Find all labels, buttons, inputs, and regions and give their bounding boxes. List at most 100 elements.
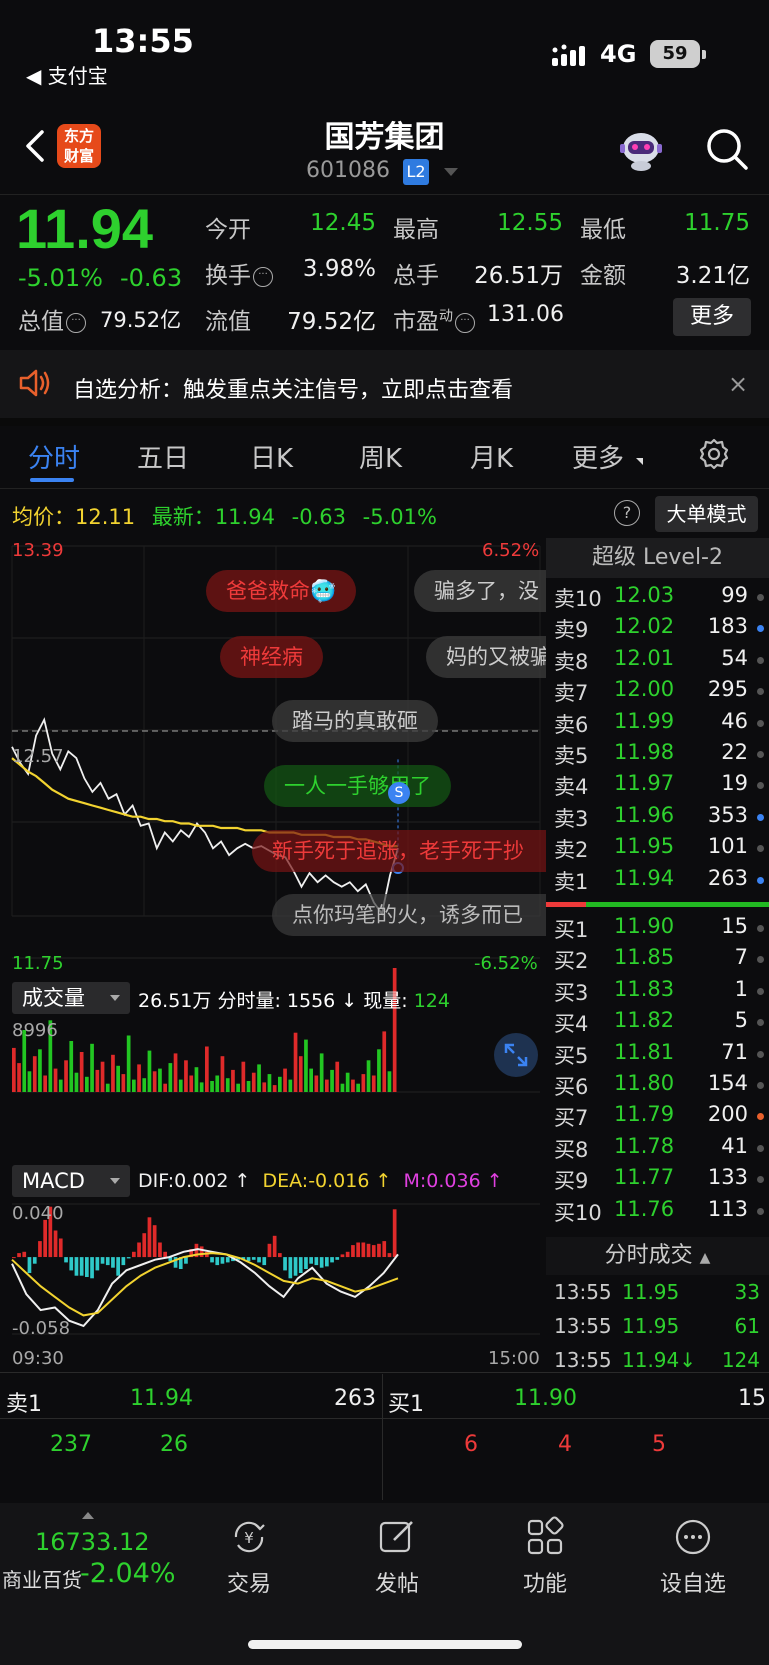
volume-indicator-select[interactable]: 成交量 — [12, 982, 130, 1014]
tab-more[interactable]: 更多 — [572, 438, 624, 475]
x-tick-open: 09:30 — [12, 1348, 64, 1369]
level-label: 卖5 — [554, 744, 589, 768]
search-icon[interactable] — [704, 126, 750, 172]
help-icon[interactable]: ? — [614, 500, 640, 526]
level-volume: 41 — [721, 1133, 748, 1158]
macd-bar — [111, 1257, 115, 1268]
last-percent: -5.01% — [362, 505, 437, 529]
speaker-icon — [19, 369, 50, 397]
macd-bar — [293, 1257, 298, 1276]
bid-level-row[interactable]: 买7 11.79 200 — [554, 1102, 764, 1133]
chevron-up-icon[interactable] — [82, 1512, 94, 1519]
bid-level-row[interactable]: 买8 11.78 41 — [554, 1134, 764, 1165]
amount-value: 3.21亿 — [675, 263, 750, 289]
ask-level-row[interactable]: 卖4 11.97 19 — [554, 771, 764, 802]
volume-bar — [121, 1074, 126, 1092]
bid-level-row[interactable]: 买4 11.82 5 — [554, 1008, 764, 1039]
level-price: 12.02 — [614, 614, 675, 639]
level-dot — [757, 719, 764, 727]
bullet-comment[interactable]: 踏马的真敢砸 — [272, 700, 438, 742]
chevron-down-icon — [110, 1178, 120, 1184]
ask-level-row[interactable]: 卖10 12.03 99 — [554, 583, 764, 614]
level-volume: 154 — [707, 1071, 748, 1095]
macd-bar — [288, 1257, 293, 1279]
nav-functions[interactable]: 功能 — [495, 1516, 595, 1598]
tab-intraday[interactable]: 分时 — [28, 438, 80, 475]
level-dot — [757, 876, 764, 884]
sector-index-percent[interactable]: -2.04% — [80, 1558, 176, 1589]
sector-index-name[interactable]: 商业百货 — [2, 1564, 82, 1593]
bid-level-row[interactable]: 买6 11.80 154 — [554, 1071, 764, 1102]
bullet-comment[interactable]: 一人一手够用了 — [264, 765, 451, 807]
volume-bar — [126, 1035, 131, 1092]
back-to-app-link[interactable]: ◀ 支付宝 — [26, 60, 108, 89]
level2-badge: L2 — [403, 159, 429, 185]
nav-trade[interactable]: ¥ 交易 — [199, 1516, 299, 1598]
sector-index-value[interactable]: 16733.12 — [35, 1528, 150, 1556]
bid-level-row[interactable]: 买2 11.85 7 — [554, 945, 764, 976]
macd-bar — [330, 1257, 334, 1263]
close-icon[interactable]: × — [728, 370, 748, 398]
ask-level-row[interactable]: 卖5 11.98 22 — [554, 740, 764, 771]
macd-title: MACD — [22, 1169, 85, 1193]
trades-title[interactable]: 分时成交 ▲ — [546, 1237, 769, 1275]
bid-level-row[interactable]: 买10 11.76 113 — [554, 1197, 764, 1228]
change-amount: -0.63 — [120, 264, 183, 292]
macd-chart — [11, 1203, 540, 1335]
macd-bar — [215, 1257, 220, 1266]
avg-price-row: 均价：12.11 最新：11.94 -0.63 -5.01% — [12, 501, 437, 531]
tab-5day[interactable]: 五日 — [137, 438, 189, 475]
big-order-mode-button[interactable]: 大单模式 — [655, 496, 758, 532]
settings-gear-icon[interactable] — [697, 437, 731, 471]
volume-bar — [340, 1083, 345, 1092]
bullet-comment[interactable]: 神经病 — [220, 636, 323, 678]
info-icon[interactable]: ··· — [455, 313, 475, 333]
nav-post[interactable]: 发帖 — [347, 1516, 447, 1598]
macd-indicator-select[interactable]: MACD — [12, 1165, 130, 1197]
more-button[interactable]: 更多 — [673, 298, 751, 336]
sell-ratio-bar — [586, 902, 769, 907]
tab-monthly-k[interactable]: 月K — [470, 438, 513, 475]
bullet-comment[interactable]: 点你玛笔的火，诱多而已 — [272, 894, 546, 936]
info-icon[interactable]: ··· — [253, 267, 273, 287]
tab-daily-k[interactable]: 日K — [250, 438, 293, 475]
ask-level-row[interactable]: 卖8 12.01 54 — [554, 646, 764, 677]
macd-bar — [199, 1246, 204, 1257]
volume-bar — [199, 1082, 204, 1092]
robot-assistant-icon[interactable] — [617, 126, 665, 172]
macd-bar — [17, 1253, 21, 1258]
ask-level-row[interactable]: 卖2 11.95 101 — [554, 834, 764, 865]
bid-level-row[interactable]: 买9 11.77 133 — [554, 1165, 764, 1196]
volume-bar — [147, 1050, 152, 1092]
bullet-comment[interactable]: 骗多了，没 — [414, 570, 546, 612]
ask-level-row[interactable]: 卖9 12.02 183 — [554, 614, 764, 645]
turnover-value: 3.98% — [302, 256, 376, 282]
bullet-comment[interactable]: 新手死于追涨，老手死于抄 — [252, 830, 546, 872]
bid-level-row[interactable]: 买1 11.90 15 — [554, 914, 764, 945]
order-book-title[interactable]: 超级 Level-2 — [546, 538, 769, 578]
info-icon[interactable]: ··· — [66, 313, 86, 333]
bullet-comment[interactable]: 妈的又被骗 — [426, 636, 546, 678]
macd-bar — [74, 1257, 79, 1276]
macd-bar — [314, 1257, 319, 1266]
macd-bar — [319, 1257, 324, 1268]
low-value: 11.75 — [684, 210, 750, 236]
expand-icon[interactable] — [494, 1033, 538, 1077]
ask-level-row[interactable]: 卖3 11.96 353 — [554, 803, 764, 834]
tab-weekly-k[interactable]: 周K — [359, 438, 402, 475]
signal-marker-icon[interactable]: S — [388, 782, 410, 804]
volume-bar — [236, 1083, 240, 1092]
bid-level-row[interactable]: 买5 11.81 71 — [554, 1040, 764, 1071]
notice-text[interactable]: 自选分析：触发重点关注信号，立即点击查看 — [73, 372, 513, 404]
level-price: 12.00 — [614, 677, 675, 702]
stock-code[interactable]: 601086 — [306, 158, 390, 183]
ask-level-row[interactable]: 卖6 11.99 46 — [554, 709, 764, 740]
nav-add-watchlist[interactable]: 设自选 — [643, 1516, 743, 1598]
volume-bar — [17, 1063, 21, 1092]
bid-level-row[interactable]: 买3 11.83 1 — [554, 977, 764, 1008]
tab-active-indicator — [30, 478, 74, 482]
bullet-comment[interactable]: 爸爸救命🥶 — [206, 570, 357, 612]
ask-level-row[interactable]: 卖7 12.00 295 — [554, 677, 764, 708]
chevron-down-icon[interactable] — [444, 168, 458, 176]
ask-level-row[interactable]: 卖1 11.94 263 — [554, 866, 764, 897]
